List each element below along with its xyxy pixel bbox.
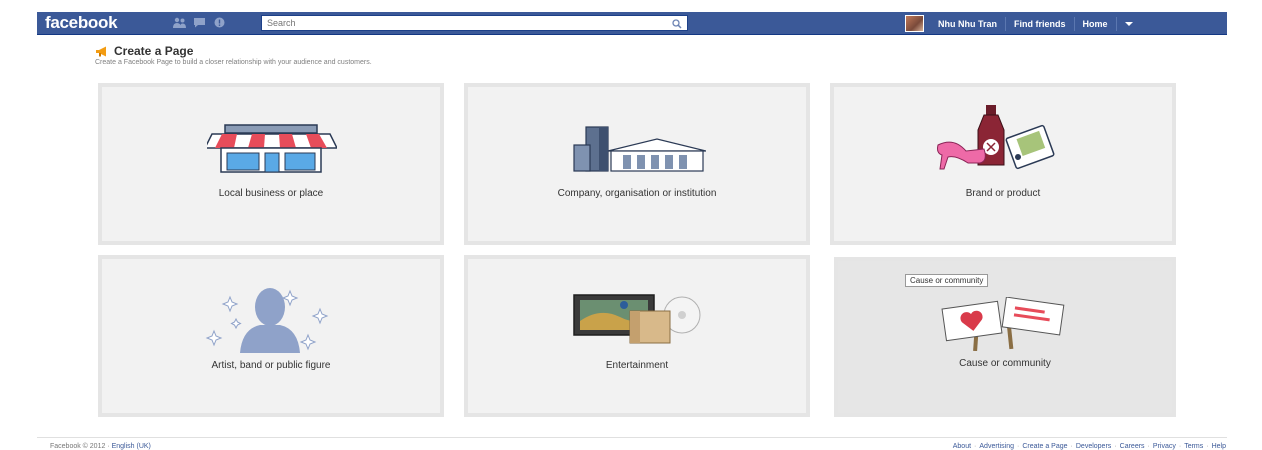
- footer-divider: [37, 437, 1227, 438]
- storefront-icon: [207, 124, 337, 173]
- footer-link-advertising[interactable]: Advertising: [979, 443, 1014, 450]
- footer-link-about[interactable]: About: [953, 443, 971, 450]
- megaphone-icon: [96, 46, 106, 56]
- category-label: Local business or place: [218, 188, 324, 199]
- footer-link-careers[interactable]: Careers: [1120, 443, 1145, 450]
- language-link[interactable]: English (UK): [112, 443, 151, 450]
- search-icon[interactable]: [671, 17, 683, 29]
- footer-link-developers[interactable]: Developers: [1076, 443, 1111, 450]
- page-subtitle: Create a Facebook Page to build a closer…: [95, 59, 372, 66]
- hover-tooltip: Cause or community: [905, 274, 989, 287]
- category-label: Entertainment: [605, 360, 669, 371]
- category-card-cause-community[interactable]: Cause or community Cause or community: [834, 257, 1176, 417]
- products-icon: [937, 105, 1055, 170]
- footer-link-terms[interactable]: Terms: [1184, 443, 1203, 450]
- top-bar: facebook Nhu Nhu Tran Find friends Home: [37, 12, 1227, 35]
- media-icon: [573, 294, 701, 344]
- category-label: Company, organisation or institution: [557, 188, 717, 199]
- protest-signs-icon: [941, 297, 1065, 351]
- footer-link-create-page[interactable]: Create a Page: [1022, 443, 1067, 450]
- search-input[interactable]: [262, 16, 667, 30]
- find-friends-link[interactable]: Find friends: [1006, 19, 1074, 29]
- facebook-logo[interactable]: facebook: [45, 13, 118, 33]
- messages-icon[interactable]: [192, 16, 206, 29]
- person-silhouette-icon: [205, 288, 329, 353]
- category-card-local-business[interactable]: Local business or place: [98, 83, 444, 245]
- user-nav: Nhu Nhu Tran Find friends Home: [905, 15, 1133, 32]
- footer-copyright: Facebook © 2012 · English (UK): [50, 443, 151, 450]
- search-box: [261, 15, 688, 31]
- category-card-entertainment[interactable]: Entertainment: [464, 255, 810, 417]
- category-card-artist[interactable]: Artist, band or public figure: [98, 255, 444, 417]
- friend-requests-icon[interactable]: [172, 16, 186, 29]
- notification-jewels: [172, 16, 226, 29]
- category-card-brand-product[interactable]: Brand or product: [830, 83, 1176, 245]
- page-title: Create a Page: [114, 44, 194, 58]
- category-card-company[interactable]: Company, organisation or institution: [464, 83, 810, 245]
- notifications-icon[interactable]: [212, 16, 226, 29]
- home-link[interactable]: Home: [1075, 19, 1116, 29]
- account-menu-chevron-down-icon[interactable]: [1124, 21, 1133, 26]
- copyright-text: Facebook © 2012 ·: [50, 443, 110, 450]
- profile-link[interactable]: Nhu Nhu Tran: [930, 19, 1005, 29]
- category-label: Artist, band or public figure: [211, 360, 331, 371]
- footer-links: About · Advertising · Create a Page · Devel…: [952, 443, 1226, 450]
- page-header: Create a Page Create a Facebook Page to …: [95, 44, 372, 66]
- avatar[interactable]: [905, 15, 924, 32]
- footer-link-help[interactable]: Help: [1212, 443, 1226, 450]
- footer-link-privacy[interactable]: Privacy: [1153, 443, 1176, 450]
- nav-divider: [1115, 16, 1117, 31]
- buildings-icon: [573, 126, 706, 172]
- category-label: Brand or product: [965, 188, 1041, 199]
- category-label: Cause or community: [959, 358, 1051, 369]
